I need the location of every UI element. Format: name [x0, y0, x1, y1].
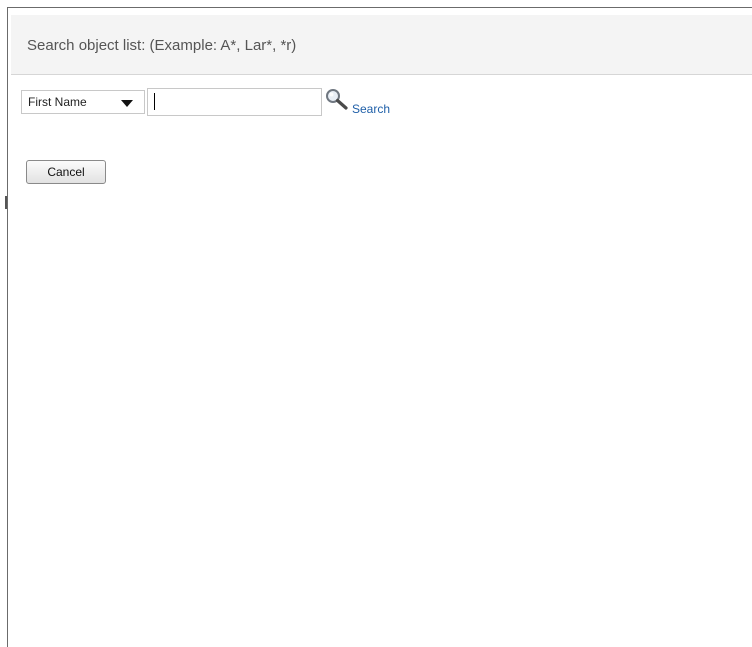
chevron-down-icon [121, 100, 133, 107]
field-select-value: First Name [28, 95, 87, 109]
header-bar: Search object list: (Example: A*, Lar*, … [11, 15, 752, 75]
search-icon[interactable] [324, 88, 350, 112]
text-caret [154, 93, 155, 110]
search-link[interactable]: Search [352, 102, 390, 116]
frame-edge-mark [5, 196, 7, 209]
page-title: Search object list: (Example: A*, Lar*, … [27, 37, 297, 54]
search-input[interactable] [147, 88, 322, 116]
cancel-button[interactable]: Cancel [26, 160, 106, 184]
field-select[interactable]: First Name [21, 90, 145, 114]
